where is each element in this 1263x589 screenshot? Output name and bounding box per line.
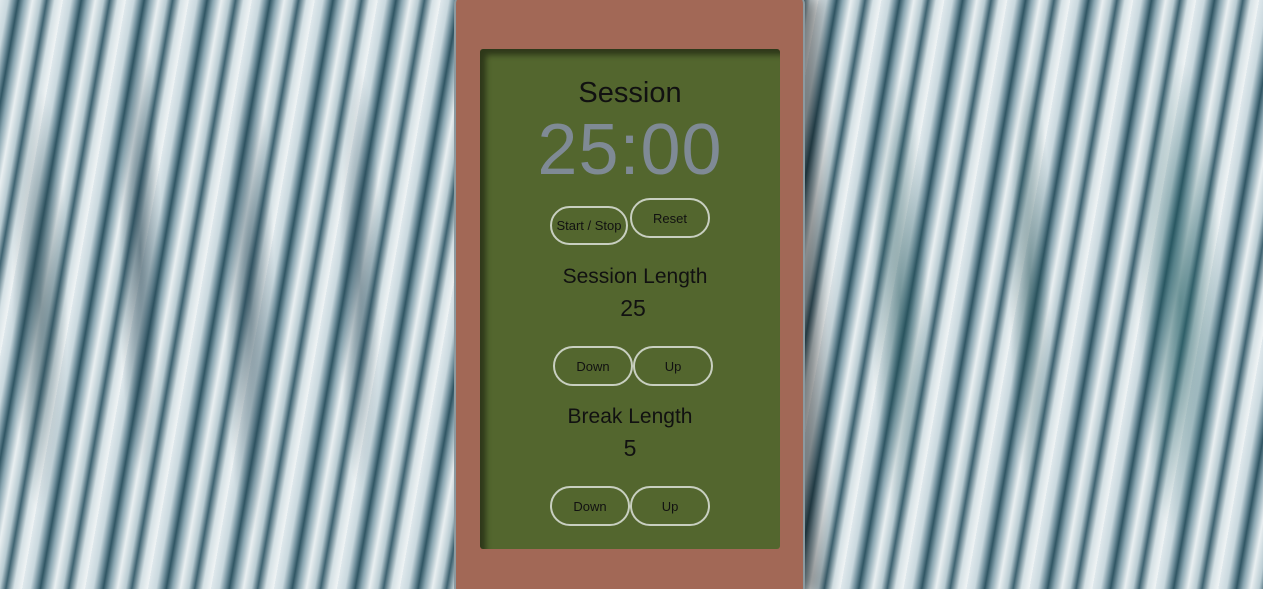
- session-decrement-button[interactable]: Down: [553, 346, 633, 386]
- break-decrement-button[interactable]: Down: [550, 486, 630, 526]
- session-length-value: 25: [620, 295, 646, 321]
- timer-label: Session: [578, 77, 682, 109]
- session-increment-button[interactable]: Up: [633, 346, 713, 386]
- clock-card: Session 25:00 Start / Stop Reset Session…: [454, 0, 805, 589]
- time-left-display: 25:00: [537, 110, 723, 190]
- break-increment-button[interactable]: Up: [630, 486, 710, 526]
- break-length-label: Break Length: [567, 405, 693, 428]
- clock-panel: Session 25:00 Start / Stop Reset Session…: [480, 49, 780, 549]
- break-length-value: 5: [623, 435, 637, 461]
- start-stop-button[interactable]: Start / Stop: [550, 206, 628, 245]
- session-length-label: Session Length: [562, 265, 708, 288]
- reset-button[interactable]: Reset: [630, 198, 710, 238]
